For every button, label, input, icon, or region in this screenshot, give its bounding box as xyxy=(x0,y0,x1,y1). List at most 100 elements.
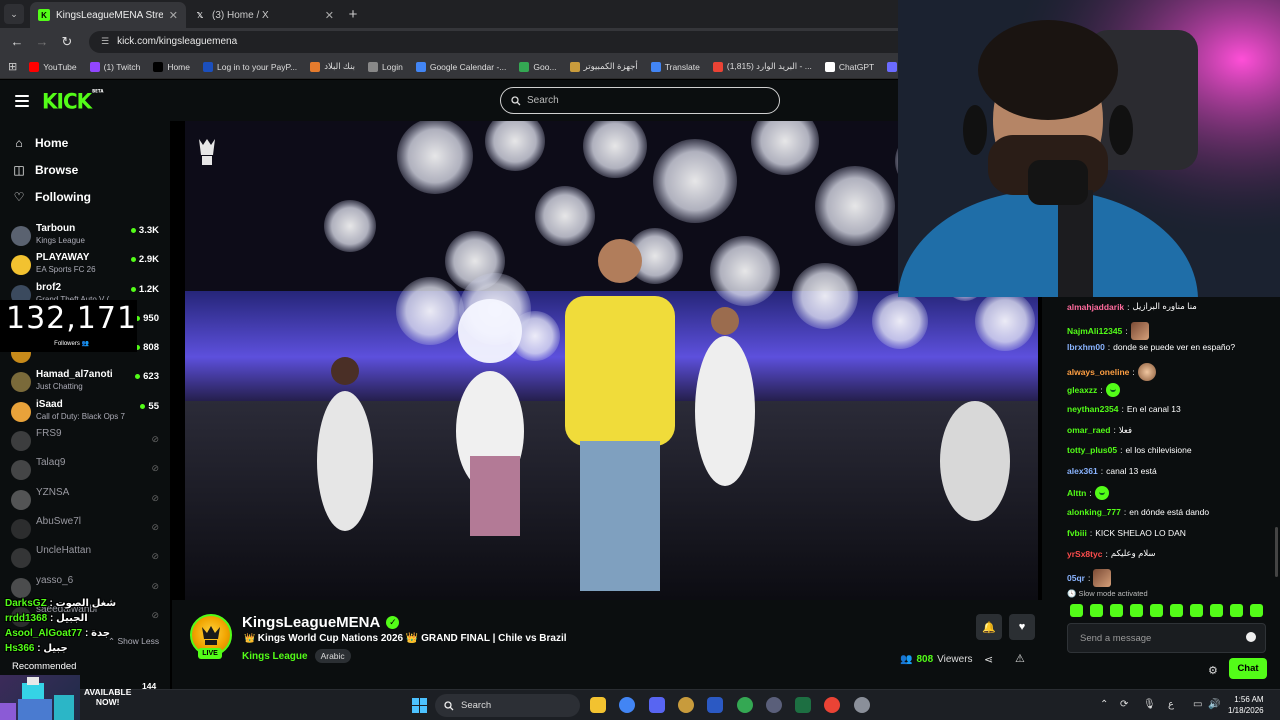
emote-button[interactable] xyxy=(1170,604,1183,617)
chat-input[interactable]: Send a message xyxy=(1067,623,1266,653)
viewer-count: 2.9K xyxy=(138,254,159,266)
share-icon[interactable]: ⋖ xyxy=(984,653,993,666)
bookmark-item[interactable]: أجهزة الكمبيوتر xyxy=(569,61,638,72)
emote-button[interactable] xyxy=(1150,604,1163,617)
emote-button[interactable] xyxy=(1090,604,1103,617)
chat-scrollbar[interactable] xyxy=(1275,527,1278,577)
windows-start-icon[interactable] xyxy=(412,698,427,713)
chat-username[interactable]: yrSx8tyc xyxy=(1067,549,1102,559)
apps-grid-icon[interactable]: ⊞ xyxy=(8,60,17,73)
notification-button[interactable]: 🔔 xyxy=(976,614,1002,640)
following-item[interactable]: iSaad Call of Duty: Black Ops 7 55 xyxy=(0,399,170,428)
site-info-icon[interactable]: ☰ xyxy=(101,36,109,47)
kick-logo[interactable]: KICKBETA xyxy=(42,88,103,113)
chat-username[interactable]: neythan2354 xyxy=(1067,404,1119,414)
bookmark-item[interactable]: ChatGPT xyxy=(824,61,874,72)
back-icon[interactable]: ← xyxy=(6,31,28,53)
emote-button[interactable] xyxy=(1110,604,1123,617)
chat-username[interactable]: alonking_777 xyxy=(1067,507,1121,517)
bookmark-item[interactable]: Goo... xyxy=(519,61,557,72)
nav-browse[interactable]: ◫ Browse xyxy=(0,156,170,183)
chat-username[interactable]: omar_raed xyxy=(1067,425,1110,435)
chat-username[interactable]: totty_plus05 xyxy=(1067,445,1117,455)
emote-button[interactable] xyxy=(1210,604,1223,617)
emote-button[interactable] xyxy=(1250,604,1263,617)
following-item[interactable]: AbuSwe7l ⊘ xyxy=(0,516,170,545)
chat-username[interactable]: 05qr xyxy=(1067,573,1085,583)
taskbar-search[interactable]: Search xyxy=(435,694,580,717)
discord-icon[interactable] xyxy=(649,697,665,713)
chat-username[interactable]: gleaxzz xyxy=(1067,385,1097,395)
bookmark-item[interactable]: Login xyxy=(368,61,403,72)
app-icon[interactable] xyxy=(678,697,694,713)
language-tag[interactable]: Arabic xyxy=(314,649,351,663)
following-item[interactable]: Talaq9 ⊘ xyxy=(0,457,170,486)
following-item[interactable]: FRS9 ⊘ xyxy=(0,428,170,457)
nav-home[interactable]: ⌂ Home xyxy=(0,129,170,156)
chrome-icon[interactable] xyxy=(619,697,635,713)
emote-button[interactable] xyxy=(1190,604,1203,617)
menu-icon[interactable] xyxy=(15,94,29,107)
file-explorer-icon[interactable] xyxy=(590,697,606,713)
emote-button[interactable] xyxy=(1070,604,1083,617)
following-item[interactable]: UncleHattan ⊘ xyxy=(0,545,170,574)
bookmark-item[interactable]: Google Calendar -... xyxy=(415,61,506,72)
volume-icon[interactable]: 🔊 xyxy=(1208,699,1220,710)
chat-username[interactable]: alex361 xyxy=(1067,466,1098,476)
viewer-count: 55 xyxy=(148,400,159,412)
network-icon[interactable]: ▭ xyxy=(1193,699,1202,710)
bookmark-item[interactable]: البريد الوارد (1,815) - ... xyxy=(712,61,812,72)
tab-kick[interactable]: K KingsLeagueMENA Stream - W ✕ xyxy=(30,2,186,28)
chrome-icon[interactable] xyxy=(824,697,840,713)
bookmark-item[interactable]: Home xyxy=(153,61,190,72)
emote-button[interactable] xyxy=(1130,604,1143,617)
streamer-category: Kings League xyxy=(36,236,85,245)
live-dot-icon xyxy=(135,374,141,380)
nav-following[interactable]: ♡ Following xyxy=(0,183,170,210)
tab-x[interactable]: 𝕏 (3) Home / X ✕ xyxy=(186,2,342,28)
chrome-icon[interactable] xyxy=(737,697,753,713)
clock[interactable]: 1:56 AM 1/18/2026 xyxy=(1228,694,1264,716)
chat-username[interactable]: almahjaddarik xyxy=(1067,302,1124,312)
chat-username[interactable]: Alttn xyxy=(1067,488,1086,498)
bookmark-item[interactable]: Translate xyxy=(650,61,700,72)
chat-username[interactable]: NajmAli12345 xyxy=(1067,326,1122,336)
bookmark-item[interactable]: YouTube xyxy=(29,61,77,72)
channel-name[interactable]: KingsLeagueMENA ✓ xyxy=(242,614,400,631)
close-icon[interactable]: ✕ xyxy=(325,9,334,22)
recommended-heading: Recommended xyxy=(12,661,77,672)
close-icon[interactable]: ✕ xyxy=(169,9,178,22)
emote-button[interactable] xyxy=(1230,604,1243,617)
language-indicator[interactable]: ع xyxy=(1168,699,1174,710)
following-item[interactable]: Tarboun Kings League 3.3K xyxy=(0,223,170,252)
chat-username[interactable]: lbrxhm00 xyxy=(1067,342,1105,352)
now-text: NOW! xyxy=(95,697,120,707)
mic-icon[interactable]: 🎙 xyxy=(1143,699,1156,710)
excel-icon[interactable] xyxy=(795,697,811,713)
chat-username[interactable]: always_oneline xyxy=(1067,367,1129,377)
following-item[interactable]: PLAYAWAY EA Sports FC 26 2.9K xyxy=(0,252,170,281)
new-tab-button[interactable]: + xyxy=(342,3,364,25)
chat-username[interactable]: fvbiii xyxy=(1067,528,1087,538)
chevron-up-icon[interactable]: ⌃ xyxy=(1100,699,1108,710)
follow-button[interactable]: ♥ xyxy=(1009,614,1035,640)
bookmark-item[interactable]: (1) Twitch xyxy=(89,61,140,72)
app-icon[interactable] xyxy=(766,697,782,713)
tab-search-menu[interactable]: ⌄ xyxy=(4,4,24,24)
emoji-icon[interactable] xyxy=(1246,632,1256,642)
bookmark-item[interactable]: بنك البلاد xyxy=(310,61,355,72)
reload-icon[interactable]: ↻ xyxy=(56,31,78,53)
app-icon[interactable] xyxy=(707,697,723,713)
show-less-button[interactable]: ⌃ Show Less xyxy=(108,636,159,647)
following-item[interactable]: Hamad_al7anoti Just Chatting 623 xyxy=(0,369,170,398)
gear-icon[interactable]: ⚙ xyxy=(1208,664,1218,677)
settings-icon[interactable] xyxy=(854,697,870,713)
search-input[interactable]: Search xyxy=(500,87,780,114)
category-link[interactable]: Kings League xyxy=(242,651,308,662)
following-item[interactable]: YZNSA ⊘ xyxy=(0,487,170,516)
chat-send-button[interactable]: Chat xyxy=(1229,658,1267,679)
report-icon[interactable]: ⚠ xyxy=(1015,652,1025,665)
sync-icon[interactable]: ⟳ xyxy=(1120,699,1128,710)
bookmark-item[interactable]: Log in to your PayP... xyxy=(203,61,297,72)
forward-icon[interactable]: → xyxy=(31,31,53,53)
